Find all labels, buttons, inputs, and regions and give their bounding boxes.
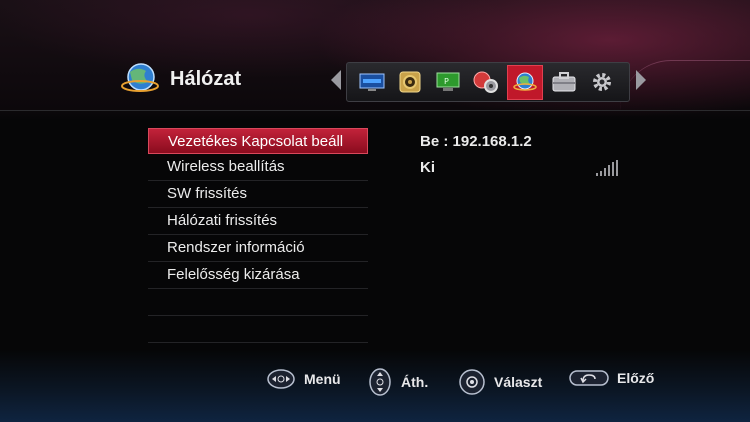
network-globe-icon bbox=[121, 63, 159, 92]
list-item-system-info[interactable]: Rendszer információ bbox=[148, 235, 368, 262]
gear-icon[interactable] bbox=[585, 66, 619, 98]
network-settings-list: Vezetékes Kapcsolat beáll Wireless beall… bbox=[148, 128, 368, 343]
network-globe-icon-active[interactable] bbox=[507, 65, 543, 100]
menu-left-arrow-icon[interactable] bbox=[331, 70, 341, 90]
list-item-empty bbox=[148, 289, 368, 316]
menu-right-arrow-icon[interactable] bbox=[636, 70, 646, 90]
move-hint-label: Áth. bbox=[401, 374, 429, 390]
list-item-network-update[interactable]: Hálózati frissítés bbox=[148, 208, 368, 235]
left-right-nav-icon bbox=[267, 369, 295, 389]
list-item-label: Rendszer információ bbox=[167, 239, 305, 256]
list-item-label: Felelősség kizárása bbox=[167, 266, 300, 283]
tv-icon[interactable] bbox=[355, 66, 389, 98]
list-item-disclaimer[interactable]: Felelősség kizárása bbox=[148, 262, 368, 289]
select-hint[interactable]: Választ bbox=[458, 368, 542, 396]
list-item-label: SW frissítés bbox=[167, 185, 248, 202]
list-item-wireless[interactable]: Wireless beallítás bbox=[148, 154, 368, 181]
back-hint[interactable]: Előző bbox=[569, 368, 654, 388]
list-item-label: Wireless beallítás bbox=[167, 158, 285, 175]
speaker-icon[interactable] bbox=[393, 66, 427, 98]
toolbox-icon[interactable] bbox=[547, 66, 581, 98]
ok-button-icon bbox=[459, 369, 485, 395]
wireless-value: Ki bbox=[420, 159, 435, 176]
header-divider bbox=[0, 110, 750, 111]
svg-text:P: P bbox=[444, 77, 449, 86]
up-down-nav-icon bbox=[369, 368, 391, 396]
wired-connection-value: Be : 192.168.1.2 bbox=[420, 133, 532, 150]
select-hint-label: Választ bbox=[494, 374, 543, 390]
signal-strength-icon bbox=[596, 160, 618, 176]
list-item-label: Hálózati frissítés bbox=[167, 212, 278, 229]
monitor-icon[interactable]: P bbox=[431, 66, 465, 98]
menu-hint-label: Menü bbox=[304, 371, 341, 387]
menu-hint[interactable]: Menü bbox=[266, 368, 341, 390]
list-item-sw-update[interactable]: SW frissítés bbox=[148, 181, 368, 208]
list-item-wired-connection[interactable]: Vezetékes Kapcsolat beáll bbox=[148, 128, 368, 154]
category-menu-bar: P bbox=[346, 62, 630, 102]
back-hint-label: Előző bbox=[617, 370, 655, 386]
media-settings-icon[interactable] bbox=[469, 66, 503, 98]
back-button-icon bbox=[569, 370, 609, 386]
page-title: Hálózat bbox=[170, 68, 242, 90]
move-hint[interactable]: Áth. bbox=[367, 368, 428, 396]
list-item-empty bbox=[148, 316, 368, 343]
list-item-label: Vezetékes Kapcsolat beáll bbox=[168, 133, 344, 150]
